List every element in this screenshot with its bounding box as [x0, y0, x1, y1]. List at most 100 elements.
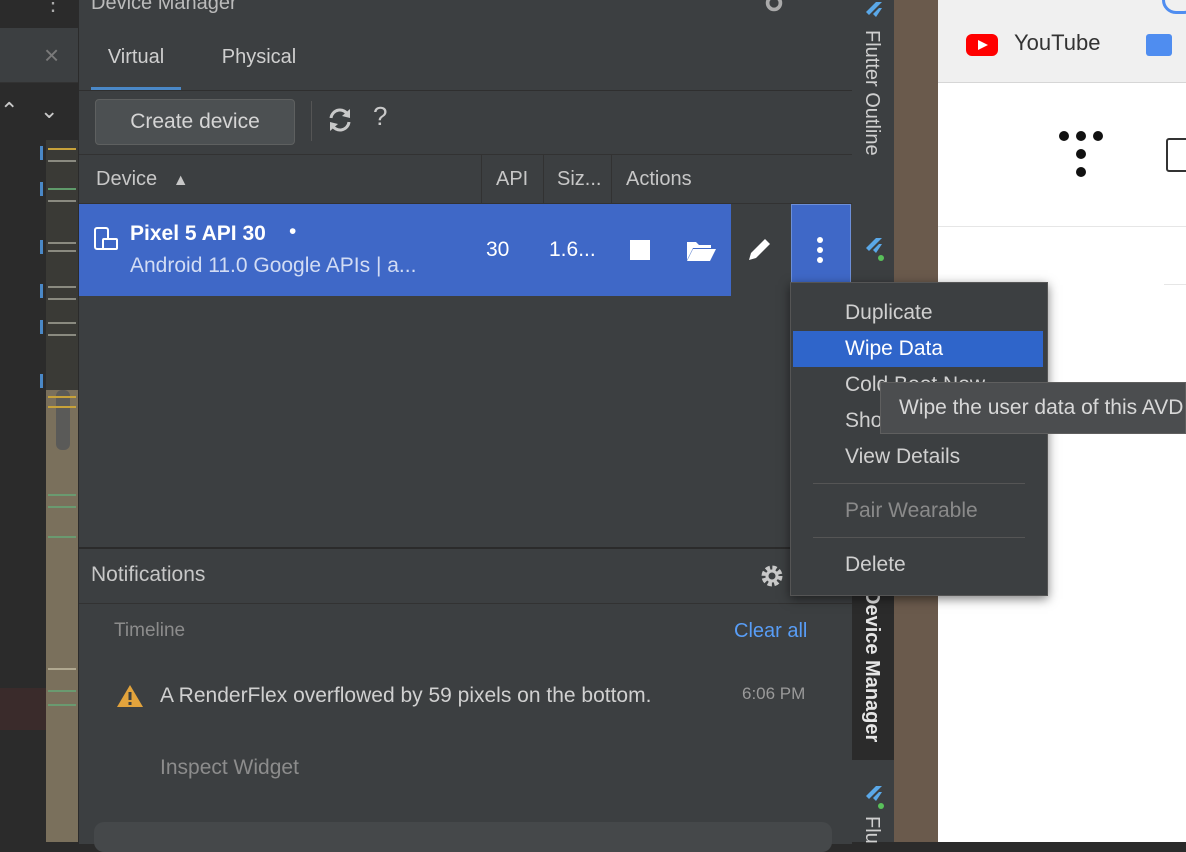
gutter-mark [48, 148, 76, 150]
column-separator[interactable] [481, 155, 482, 203]
flutter-icon [866, 2, 882, 17]
device-manager-tab[interactable]: Device Manager [860, 590, 883, 742]
column-separator[interactable] [611, 155, 612, 203]
device-table-header: Device ▲ API Siz... Actions [79, 154, 852, 204]
wipe-data-tooltip: Wipe the user data of this AVD [880, 382, 1186, 434]
gutter-mark [48, 334, 76, 336]
flutter-outline-tab[interactable]: Flutter Outline [860, 30, 883, 156]
app-logo-icon [1059, 131, 1103, 177]
chevron-down-icon[interactable]: ⌄ [40, 96, 62, 126]
more-vertical-icon[interactable]: ⋮ [42, 0, 64, 16]
notifications-body: Timeline Clear all A RenderFlex overflow… [79, 604, 852, 852]
notification-time: 6:06 PM [742, 684, 806, 703]
editor-gutter-strip: ⋮ × ⌃ ⌄ [0, 0, 78, 842]
column-separator[interactable] [543, 155, 544, 203]
gear-icon[interactable] [763, 0, 785, 14]
menu-item-wipe-data[interactable]: Wipe Data [793, 331, 1043, 367]
gutter-mark [48, 536, 76, 538]
bookmarks-bar: YouTube [938, 0, 1186, 83]
panel-title: Device Manager [91, 0, 237, 14]
sort-ascending-icon: ▲ [172, 172, 189, 189]
menu-separator [813, 537, 1025, 538]
gutter-mark [48, 160, 76, 162]
column-header-actions[interactable]: Actions [626, 155, 692, 203]
menu-item-duplicate[interactable]: Duplicate [793, 295, 1043, 331]
notifications-panel: Notifications Timeline Clear all A Rende… [79, 547, 852, 852]
edit-pencil-icon[interactable] [745, 234, 775, 264]
flutter-inspector-icon[interactable] [862, 236, 886, 262]
divider [938, 226, 1186, 227]
gutter-mark [48, 690, 76, 692]
gutter-mark [48, 668, 76, 670]
change-marker [40, 146, 43, 160]
chevron-up-icon[interactable]: ⌃ [0, 96, 22, 126]
toolbar: Create device ? [79, 91, 852, 153]
gutter-mark [48, 322, 76, 324]
gutter-mark [48, 286, 76, 288]
gutter-mark [48, 506, 76, 508]
menu-separator [813, 483, 1025, 484]
more-vertical-icon [817, 237, 823, 263]
gutter-mark [48, 200, 76, 202]
column-header-size[interactable]: Siz... [557, 155, 601, 203]
table-row[interactable]: Pixel 5 API 30 • Android 11.0 Google API… [79, 204, 731, 296]
gutter-mark [48, 250, 76, 252]
scrollbar-thumb[interactable] [56, 390, 70, 450]
change-marker [40, 240, 43, 254]
profile-icon[interactable] [1162, 0, 1186, 14]
notifications-header: Notifications [79, 549, 852, 604]
flutter-tab[interactable]: Flu [860, 816, 883, 844]
help-icon[interactable]: ? [373, 101, 387, 132]
device-actions-menu: Duplicate Wipe Data Cold Boot Now Show o… [790, 282, 1048, 596]
device-size: 1.6... [549, 238, 596, 261]
device-subtitle: Android 11.0 Google APIs | a... [130, 254, 417, 277]
warning-icon [117, 685, 143, 707]
change-marker [40, 284, 43, 298]
gutter-mark [48, 242, 76, 244]
error-line-highlight [0, 688, 46, 730]
tab-physical[interactable]: Physical [207, 28, 311, 90]
virtual-device-icon [94, 227, 118, 250]
youtube-icon [966, 34, 998, 56]
flutter-performance-icon[interactable] [862, 784, 886, 810]
running-status-dot: • [289, 220, 297, 243]
column-header-device[interactable]: Device ▲ [96, 155, 189, 203]
stop-icon[interactable] [630, 240, 650, 260]
bookmark-youtube[interactable]: YouTube [1014, 30, 1100, 56]
panel-header: Device Manager [79, 0, 852, 29]
tab-virtual[interactable]: Virtual [91, 28, 181, 90]
gutter-mark [48, 406, 76, 408]
notification-message: A RenderFlex overflowed by 59 pixels on … [160, 684, 652, 707]
menu-item-delete[interactable]: Delete [793, 547, 1043, 583]
image-icon[interactable] [1166, 138, 1186, 172]
refresh-icon[interactable] [325, 105, 355, 135]
notification-card [94, 822, 832, 852]
inspect-widget-link[interactable]: Inspect Widget [160, 756, 299, 780]
menu-item-pair-wearable: Pair Wearable [845, 499, 978, 522]
bookmark-icon[interactable] [1146, 34, 1172, 56]
timeline-label: Timeline [114, 620, 186, 641]
gutter-mark [48, 494, 76, 496]
toolbar-separator [311, 101, 312, 141]
gutter-mark [48, 704, 76, 706]
change-marker [40, 374, 43, 388]
column-header-api[interactable]: API [496, 155, 528, 203]
close-icon[interactable]: × [44, 40, 68, 70]
notifications-title: Notifications [91, 563, 206, 586]
folder-open-icon[interactable] [685, 238, 717, 262]
device-api: 30 [486, 238, 510, 261]
clear-all-link[interactable]: Clear all [734, 620, 807, 643]
device-list-empty-area [79, 296, 852, 546]
gear-icon[interactable] [759, 563, 785, 589]
menu-item-view-details[interactable]: View Details [793, 439, 1043, 475]
divider [1164, 284, 1186, 285]
code-gutter-highlight [46, 390, 78, 842]
change-marker [40, 320, 43, 334]
gutter-mark [48, 188, 76, 190]
change-marker [40, 182, 43, 196]
gutter-mark [48, 396, 76, 398]
create-device-button[interactable]: Create device [95, 99, 295, 145]
device-manager-panel: Device Manager Virtual Physical Create d… [79, 0, 852, 852]
gutter-mark [48, 298, 76, 300]
device-name: Pixel 5 API 30 [130, 222, 266, 245]
